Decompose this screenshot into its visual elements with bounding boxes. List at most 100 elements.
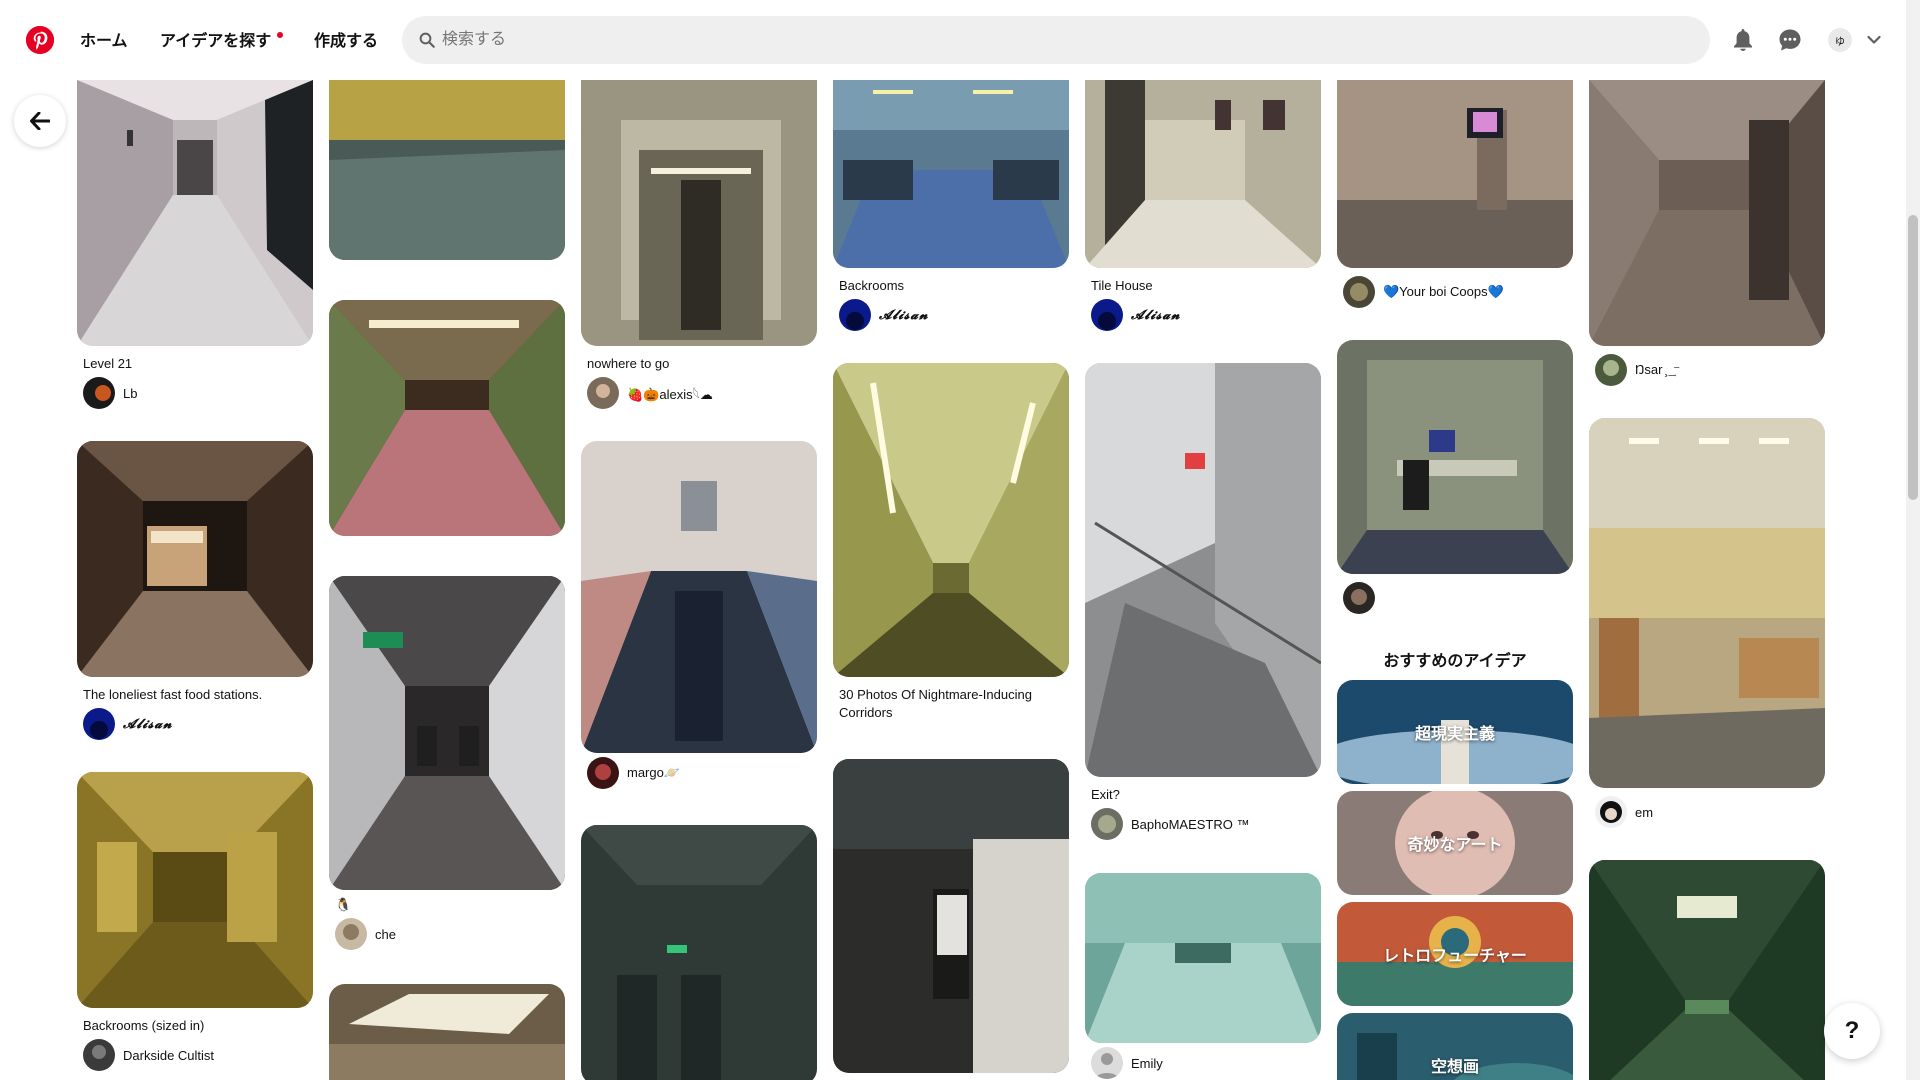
avatar [83,1039,115,1072]
pin-image[interactable] [77,441,313,677]
pin-image[interactable] [1085,363,1321,777]
pin-creator[interactable]: 🍓🎃alexis𓆩☁ [587,377,811,410]
notification-dot [277,32,283,38]
pin-title: Backrooms [839,278,905,293]
pin-card[interactable] [1589,860,1825,1080]
pinterest-logo[interactable] [26,26,54,54]
pin-card[interactable]: nowhere to go 🍓🎃alexis𓆩☁ [581,80,817,410]
pin-card[interactable]: margo🪐 [581,441,817,789]
pin-image[interactable] [329,576,565,890]
scrollbar[interactable] [1906,0,1920,1080]
pin-creator[interactable] [1343,582,1567,614]
pin-username: BaphoMAESTRO ™ [1131,816,1250,832]
pin-card[interactable]: Backrooms (sized in) Darkside Cultist [77,772,313,1072]
pin-creator[interactable]: 💙Your boi Coops💙 [1343,276,1567,308]
pin-creator[interactable]: Lb [83,377,307,410]
idea-card-retro-future[interactable]: レトロフューチャー [1337,902,1573,1006]
pin-title: Tile House [1091,278,1153,293]
pin-image[interactable] [581,825,817,1080]
pin-image[interactable] [1337,340,1573,574]
pin-image[interactable] [833,363,1069,677]
pin-username: Darkside Cultist [123,1047,215,1063]
pin-image[interactable] [77,80,313,346]
scrollbar-thumb[interactable] [1908,215,1918,500]
pin-card[interactable]: 🐧 che [329,576,565,950]
avatar [587,377,619,410]
pin-username: 𝓐𝓵𝓲𝓼𝓪𝓷 [879,307,929,323]
search-input[interactable] [442,16,1682,64]
pin-image[interactable] [329,300,565,536]
avatar [839,299,871,332]
avatar [1343,276,1375,308]
pin-card[interactable] [329,80,565,260]
pin-creator[interactable]: Darkside Cultist [83,1039,307,1072]
pin-card[interactable]: Level 21 Lb [77,80,313,410]
pin-image[interactable] [1589,80,1825,346]
search-bar[interactable] [402,16,1710,64]
pin-card[interactable] [329,300,565,536]
pin-image[interactable] [1337,80,1573,268]
pin-creator[interactable]: 𝓐𝓵𝓲𝓼𝓪𝓷 [83,708,307,741]
pin-card[interactable] [329,984,565,1080]
idea-card-fantasy-art[interactable]: 空想画 [1337,1013,1573,1080]
pin-creator[interactable]: 𝓐𝓵𝓲𝓼𝓪𝓷 [839,299,1063,332]
pin-card[interactable]: Tile House 𝓐𝓵𝓲𝓼𝓪𝓷 [1085,80,1321,332]
pin-image[interactable] [581,441,817,753]
idea-card-surrealism[interactable]: 超現実主義 [1337,680,1573,784]
pin-username: margo🪐 [627,765,681,780]
pin-username: em [1635,804,1654,820]
arrow-left-icon [30,112,50,130]
pin-title: The loneliest fast food stations. [83,687,263,702]
nav-home[interactable]: ホーム [80,27,128,51]
pin-card[interactable]: Emily [1085,873,1321,1079]
avatar [587,757,619,789]
nav-create[interactable]: 作成する [314,27,378,51]
pin-card[interactable] [1337,340,1573,614]
back-button[interactable] [14,95,66,147]
pin-creator[interactable]: BaphoMAESTRO ™ [1091,808,1315,841]
pin-card[interactable] [581,825,817,1080]
pin-image[interactable] [329,80,565,260]
pin-image[interactable] [1085,873,1321,1043]
pin-image[interactable] [1085,80,1321,268]
avatar [1343,582,1375,614]
pin-title: Exit? [1091,787,1120,802]
pin-creator[interactable]: Emily [1091,1047,1315,1079]
pin-card[interactable]: Ŋsar ̧ ͢ ⁻ [1589,80,1825,386]
pin-card[interactable]: Backrooms 𝓐𝓵𝓲𝓼𝓪𝓷 [833,80,1069,332]
pin-image[interactable] [329,984,565,1080]
bell-icon[interactable] [1727,24,1759,56]
pin-creator[interactable]: margo🪐 [587,757,811,789]
profile-avatar[interactable]: ゆ [1828,28,1852,52]
nav-explore[interactable]: アイデアを探す [160,27,271,51]
pin-image[interactable] [833,80,1069,268]
messages-icon[interactable] [1774,24,1806,56]
pin-card[interactable]: 30 Photos Of Nightmare-Inducing Corridor… [833,363,1069,722]
help-button[interactable]: ? [1824,1003,1880,1059]
pin-card[interactable]: The loneliest fast food stations. 𝓐𝓵𝓲𝓼𝓪𝓷 [77,441,313,741]
idea-card-strange-art[interactable]: 奇妙なアート [1337,791,1573,895]
search-icon [419,32,435,48]
pin-creator[interactable]: em [1595,796,1819,828]
pin-creator[interactable]: 𝓐𝓵𝓲𝓼𝓪𝓷 [1091,299,1315,332]
pin-username: 💙Your boi Coops💙 [1383,284,1504,299]
avatar [83,377,115,410]
pin-image[interactable] [1589,860,1825,1080]
chevron-down-icon[interactable] [1858,24,1890,56]
avatar [83,708,115,741]
pin-creator[interactable]: Ŋsar ̧ ͢ ⁻ [1595,354,1819,386]
pin-card[interactable]: 💙Your boi Coops💙 [1337,80,1573,308]
avatar [1091,1047,1123,1079]
pin-image[interactable] [581,80,817,346]
pin-card[interactable]: em [1589,418,1825,828]
pin-title: Level 21 [83,356,133,371]
pin-username: 𝓐𝓵𝓲𝓼𝓪𝓷 [123,716,173,732]
pin-username: Lb [123,385,138,401]
pin-creator[interactable]: che [335,918,559,950]
pin-title: nowhere to go [587,356,670,371]
pin-image[interactable] [833,759,1069,1073]
pin-image[interactable] [1589,418,1825,788]
pin-card[interactable] [833,759,1069,1073]
pin-card[interactable]: Exit? BaphoMAESTRO ™ [1085,363,1321,841]
pin-image[interactable] [77,772,313,1008]
